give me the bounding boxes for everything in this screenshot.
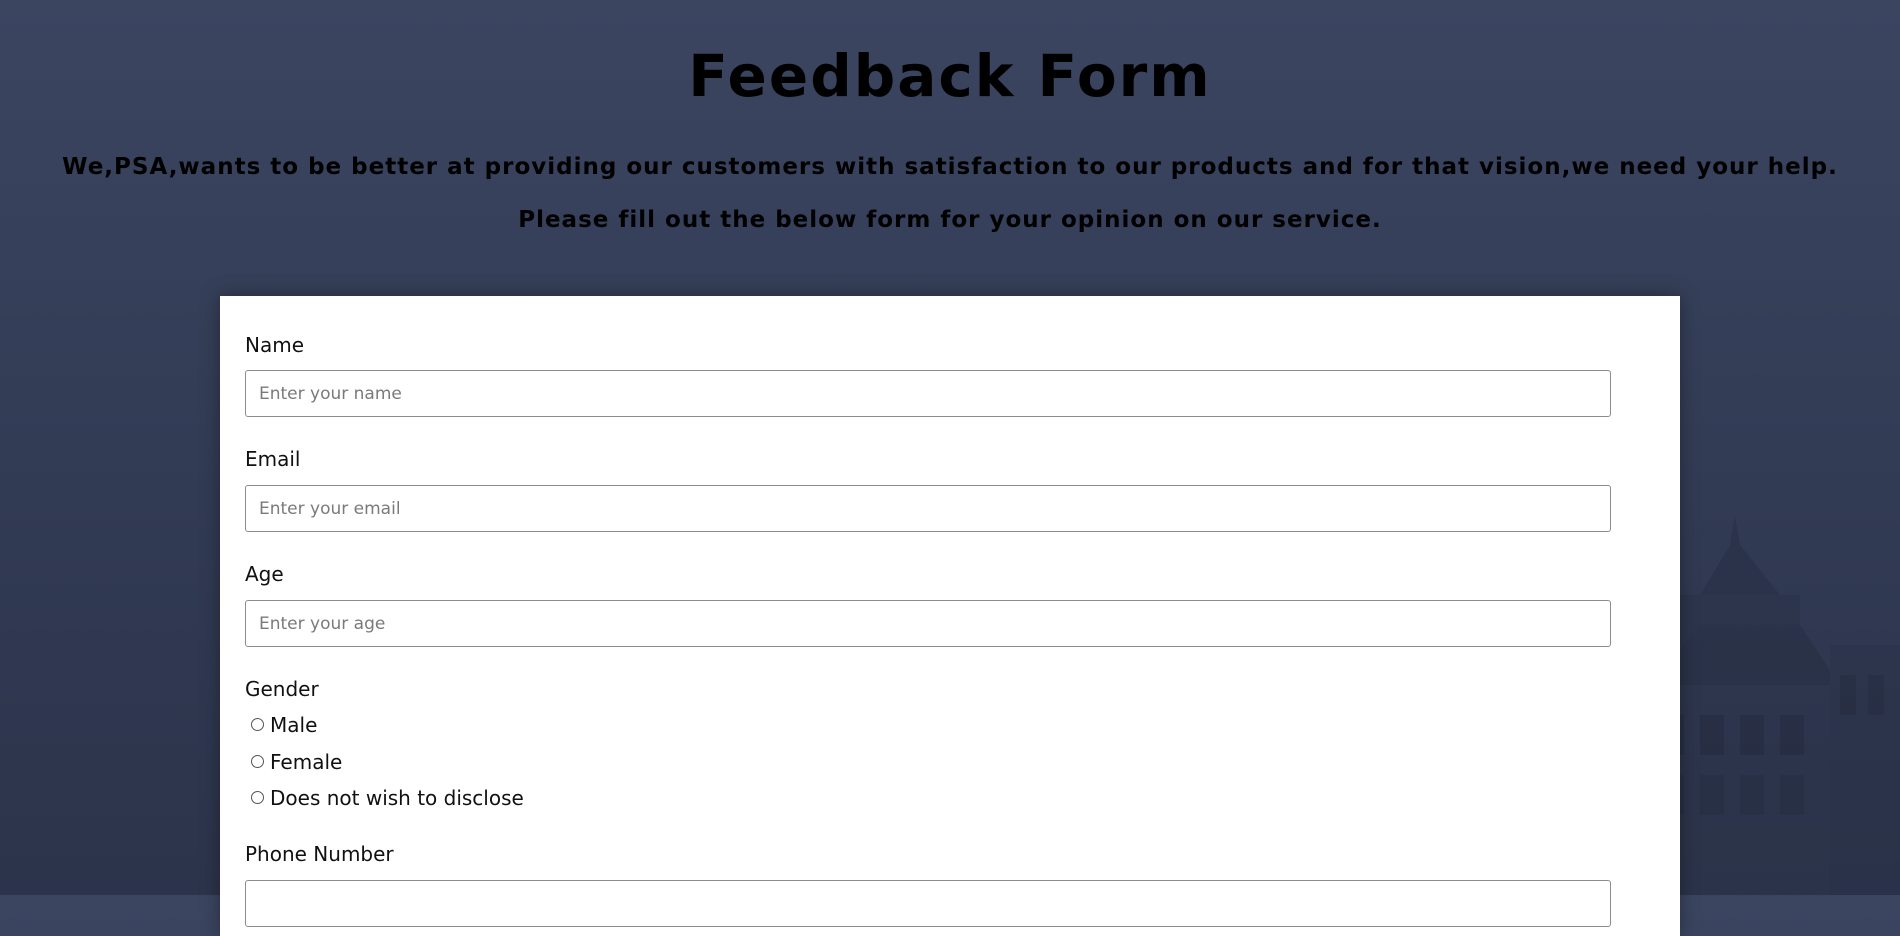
email-label: Email: [245, 447, 301, 471]
gender-option-label: Does not wish to disclose: [270, 786, 524, 810]
gender-label: Gender: [245, 677, 319, 701]
gender-option-label: Male: [270, 713, 318, 737]
intro-text-line-2: Please fill out the below form for your …: [518, 207, 1382, 233]
phone-number-input[interactable]: [245, 880, 1611, 927]
intro-text-line-1: We,PSA,wants to be better at providing o…: [62, 154, 1838, 180]
gender-option-undisclosed[interactable]: Does not wish to disclose: [251, 785, 524, 811]
age-label: Age: [245, 562, 284, 586]
phone-number-label: Phone Number: [245, 842, 394, 866]
gender-option-female[interactable]: Female: [251, 749, 342, 775]
age-input[interactable]: [245, 600, 1611, 647]
radio-button-male[interactable]: [251, 717, 264, 731]
page-title: Feedback Form: [688, 42, 1212, 110]
gender-option-male[interactable]: Male: [251, 712, 317, 738]
name-label: Name: [245, 333, 305, 357]
gender-option-label: Female: [270, 750, 343, 774]
name-input[interactable]: [245, 370, 1611, 417]
email-input[interactable]: [245, 485, 1611, 532]
radio-button-female[interactable]: [251, 754, 264, 768]
radio-button-undisclosed[interactable]: [251, 790, 264, 804]
feedback-form: Name Email Age Gender Male Female Does n…: [220, 296, 1680, 936]
